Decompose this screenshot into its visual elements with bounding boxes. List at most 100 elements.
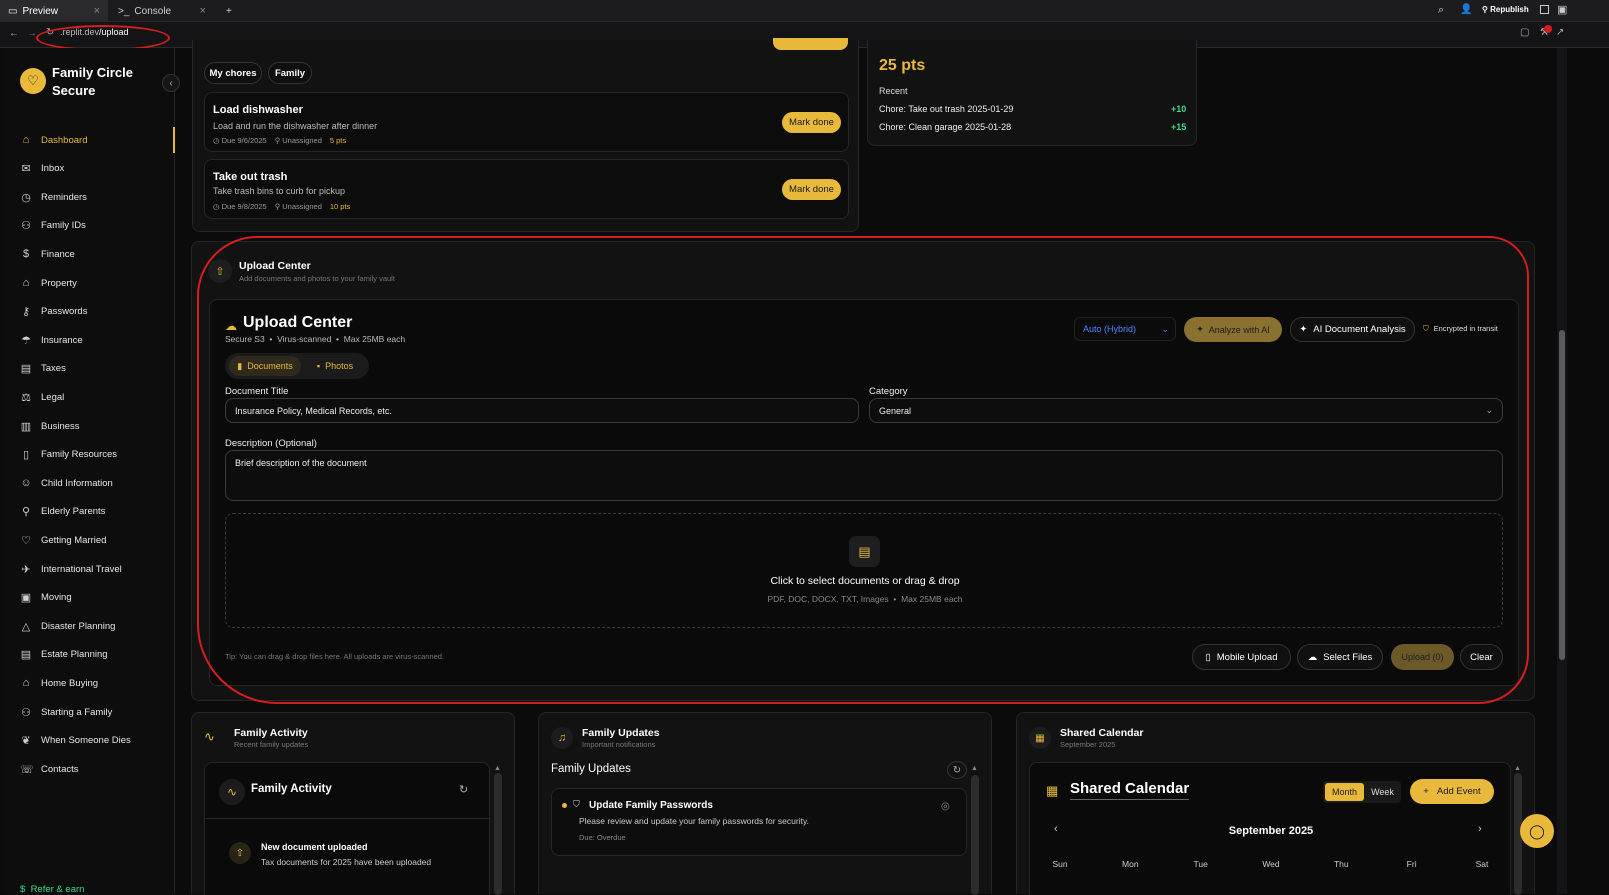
month-view-button[interactable]: Month (1325, 783, 1364, 801)
sidebar-item-label: Family Resources (41, 449, 118, 461)
panel-icon[interactable]: ▣ (1557, 3, 1567, 16)
layout-icon[interactable] (1540, 5, 1549, 14)
sidebar-item-legal[interactable]: ⚖ Legal (4, 384, 175, 410)
sidebar-item-child-information[interactable]: ☺ Child Information (4, 470, 175, 496)
sidebar-item-label: Insurance (41, 334, 83, 346)
sidebar-item-property[interactable]: ⌂ Property (4, 270, 175, 296)
sidebar-item-dashboard[interactable]: ⌂ Dashboard (4, 127, 175, 153)
weekday-label: Wed (1262, 859, 1280, 869)
refer-earn-link[interactable]: $ Refer & earn (20, 884, 84, 895)
sidebar-item-insurance[interactable]: ☂ Insurance (4, 327, 175, 353)
receipt-icon: ▤ (20, 363, 32, 376)
scroll-up-icon[interactable]: ▲ (1514, 765, 1521, 772)
add-user-icon[interactable]: 👤 (1460, 4, 1472, 15)
mark-done-button[interactable]: Mark done (782, 179, 841, 200)
sidebar-item-disaster-planning[interactable]: △ Disaster Planning (4, 613, 175, 639)
terminal-icon: >_ (118, 5, 130, 17)
sidebar-item-finance[interactable]: $ Finance (4, 241, 175, 267)
sidebar-item-label: Family IDs (41, 220, 86, 232)
view-toggle: Month Week (1323, 781, 1401, 803)
chat-icon[interactable]: ◯ (1520, 814, 1554, 848)
dismiss-icon[interactable]: ◎ (941, 801, 950, 812)
sidebar-item-moving[interactable]: ▣ Moving (4, 585, 175, 611)
tab-my-chores[interactable]: My chores (204, 62, 262, 84)
sidebar-item-home-buying[interactable]: ⌂ Home Buying (4, 670, 175, 696)
chore-points: 5 pts (329, 136, 347, 145)
family-activity-card: ∿ Family Activity Recent family updates … (191, 712, 515, 895)
collapse-sidebar-button[interactable]: ‹ (162, 74, 180, 92)
umbrella-icon: ☂ (21, 334, 31, 347)
shield-icon: ⛉ (573, 799, 580, 809)
sidebar-item-when-someone-dies[interactable]: ❦ When Someone Dies (4, 728, 175, 754)
sidebar-item-family-ids[interactable]: ⚇ Family IDs (4, 213, 175, 239)
home-icon: ⌂ (22, 677, 30, 690)
calendar-icon: ▦ (1029, 727, 1051, 749)
search-icon[interactable]: ⌕ (1438, 4, 1444, 17)
bell-icon: ♫ (551, 727, 573, 749)
sidebar-item-reminders[interactable]: ◷ Reminders (4, 184, 175, 210)
sidebar-item-starting-a-family[interactable]: ⚇ Starting a Family (4, 699, 175, 725)
sidebar-item-label: Dashboard (41, 134, 88, 146)
mark-done-button[interactable]: Mark done (782, 112, 841, 133)
add-event-button[interactable]: + Add Event (1410, 779, 1494, 804)
page-scrollbar-thumb[interactable] (1559, 330, 1565, 660)
sidebar-item-label: Starting a Family (41, 706, 113, 718)
sidebar-item-passwords[interactable]: ⚷ Passwords (4, 299, 175, 325)
weekday-label: Sun (1052, 859, 1068, 869)
sidebar-item-getting-married[interactable]: ♡ Getting Married (4, 527, 175, 553)
sidebar-item-label: International Travel (41, 563, 122, 575)
recent-item-label: Chore: Take out trash 2025-01-29 (879, 104, 1014, 114)
sidebar-item-estate-planning[interactable]: ▤ Estate Planning (4, 642, 175, 668)
sidebar-item-label: Reminders (41, 191, 87, 203)
divider (205, 818, 491, 819)
recent-item-value: +15 (1171, 122, 1187, 132)
sidebar-item-business[interactable]: ▥ Business (4, 413, 175, 439)
week-view-button[interactable]: Week (1366, 783, 1399, 801)
browser-tabbar: ▭ Preview × >_ Console × + ⌕ 👤 ⚲ Republi… (0, 0, 1609, 22)
panel-title: Family Activity (251, 783, 332, 795)
next-month-icon[interactable]: › (1478, 823, 1482, 835)
sidebar-item-label: Legal (41, 391, 65, 403)
scroll-up-icon[interactable]: ▲ (494, 765, 501, 772)
refresh-icon[interactable]: ↻ (947, 761, 967, 779)
sidebar-item-inbox[interactable]: ✉ Inbox (4, 156, 175, 182)
sidebar-item-international-travel[interactable]: ✈ International Travel (4, 556, 175, 582)
sidebar: ♡ Family Circle Secure ‹ ⌂ Dashboard ✉ Inbo… (4, 48, 180, 895)
tab-preview[interactable]: ▭ Preview × (0, 0, 108, 22)
back-icon[interactable]: ← (9, 28, 19, 39)
house-icon: ⌂ (22, 277, 30, 289)
close-icon[interactable]: × (200, 5, 206, 17)
sidebar-item-label: Disaster Planning (41, 620, 116, 632)
new-tab-button[interactable]: + (218, 0, 238, 22)
chores-card: My chores Family Load dishwasher Load an… (192, 38, 859, 232)
scrollbar[interactable] (494, 773, 502, 895)
card-title: Shared Calendar (1060, 727, 1144, 739)
scrollbar[interactable] (971, 775, 979, 895)
calendar-panel: ▦ Shared Calendar Month Week + Add Event … (1029, 762, 1511, 895)
recent-label: Recent (879, 86, 908, 96)
republish-button[interactable]: ⚲ Republish (1482, 5, 1529, 14)
scroll-up-icon[interactable]: ▲ (971, 765, 978, 772)
chore-item: Take out trash Take trash bins to curb f… (204, 159, 849, 219)
weekday-label: Sat (1475, 859, 1489, 869)
close-icon[interactable]: × (94, 5, 100, 17)
tab-console[interactable]: >_ Console × (110, 0, 214, 22)
card-title: Family Activity (234, 727, 308, 739)
tab-family[interactable]: Family (268, 62, 312, 84)
chores-action-button[interactable] (773, 38, 848, 50)
chore-description: Load and run the dishwasher after dinner (213, 121, 378, 131)
annotation-outline (197, 236, 1529, 704)
sidebar-item-elderly-parents[interactable]: ⚲ Elderly Parents (4, 499, 175, 525)
update-title: Update Family Passwords (589, 800, 713, 811)
devices-icon[interactable]: ▢ (1520, 27, 1529, 38)
sidebar-item-family-resources[interactable]: ▯ Family Resources (4, 442, 175, 468)
sidebar-item-taxes[interactable]: ▤ Taxes (4, 356, 175, 382)
sidebar-item-contacts[interactable]: ☏ Contacts (4, 756, 175, 782)
notification-dot (1544, 25, 1552, 33)
family-icon: ⚇ (21, 706, 31, 719)
refresh-icon[interactable]: ↻ (459, 783, 468, 796)
external-link-icon[interactable]: ↗ (1556, 27, 1564, 38)
sidebar-item-label: Passwords (41, 306, 88, 318)
pin-icon: ⚲ (1482, 5, 1488, 14)
activity-panel: ∿ Family Activity ↻ ⇧ New document uploa… (204, 762, 491, 895)
